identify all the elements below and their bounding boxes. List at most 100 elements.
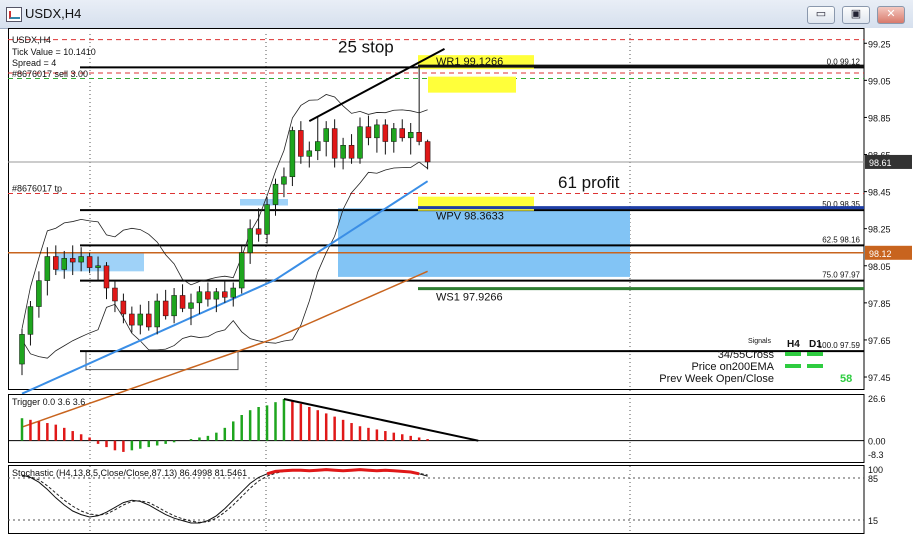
candle-body (407, 132, 414, 139)
candle-body (382, 124, 389, 142)
stochastic-tick-label-2: 15 (868, 516, 878, 526)
range-highlight-box (56, 252, 144, 272)
signals-d1-indicator (807, 364, 823, 368)
candle-body (154, 300, 160, 328)
pivot-label-2: WS1 97.9266 (436, 292, 503, 304)
candle-body (374, 124, 380, 139)
candle-body (424, 141, 431, 163)
pivot-highlight-extra (428, 76, 516, 93)
candle-body (44, 256, 51, 281)
candle-body (238, 252, 245, 289)
candle-body (86, 256, 93, 268)
price-tick-label-7: 97.85 (868, 299, 891, 309)
trigger-tick-label-1: 0.00 (868, 437, 886, 447)
candle-body (365, 126, 372, 139)
annotation-label-1: 61 profit (558, 173, 620, 192)
candle-body (213, 291, 220, 300)
signals-row-label-1: Price on200EMA (691, 361, 774, 373)
signals-h4-indicator (785, 352, 801, 356)
info-line-0: Tick Value = 10.1410 (12, 47, 96, 57)
chart-window-title: USDX,H4 (25, 6, 82, 21)
stochastic-label: Stochastic (H4,13,8,5,Close/Close,87.13)… (12, 468, 247, 478)
price-tick-label-0: 99.25 (868, 39, 891, 49)
candle-body (69, 258, 76, 263)
signals-h4-indicator (785, 364, 801, 368)
ema-price-label: 98.12 (869, 249, 892, 259)
candle-body (272, 183, 279, 205)
candle-body (188, 302, 194, 309)
price-tick-label-1: 99.05 (868, 76, 891, 86)
minimize-button[interactable]: ▭ (807, 6, 835, 24)
signals-col-d1: D1 (809, 339, 822, 350)
candle-body (289, 130, 296, 178)
usdx-h4-chart[interactable]: 99.2599.0598.8598.6598.4598.2598.0597.85… (8, 28, 913, 535)
pivot-label-1: WPV 98.3633 (436, 211, 504, 223)
candle-body (120, 300, 127, 315)
candle-body (162, 300, 169, 317)
candle-body (129, 313, 135, 326)
candle-body (331, 128, 338, 159)
fib-level-label-3: 75.0 97.97 (822, 271, 860, 280)
stochastic-tick-label-1: 85 (868, 474, 878, 484)
signals-d1-indicator (807, 352, 823, 356)
candle-body (53, 256, 59, 270)
candle-body (205, 291, 211, 300)
signals-col-h4: H4 (787, 339, 800, 350)
candle-body (112, 287, 118, 302)
signals-row-label-2: Prev Week Open/Close (659, 373, 774, 385)
price-tick-label-6: 98.05 (868, 262, 891, 272)
annotation-label-0: 25 stop (338, 38, 394, 57)
signals-title: Signals (748, 338, 771, 345)
price-tick-label-2: 98.85 (868, 113, 891, 123)
candle-body (222, 291, 228, 298)
candle-body (230, 287, 236, 298)
current-price-label: 98.61 (869, 158, 892, 168)
candle-body (416, 132, 422, 142)
candle-body (340, 145, 346, 159)
candle-body (255, 228, 262, 235)
info-line-2: #8676017 sell 3.00 (12, 69, 88, 79)
close-button[interactable]: ✕ (877, 6, 905, 24)
candle-body (323, 128, 329, 142)
candle-body (281, 176, 287, 185)
candle-body (171, 295, 177, 317)
candle-body (196, 291, 203, 304)
price-tick-label-8: 97.65 (868, 336, 891, 346)
info-line-1: Spread = 4 (12, 58, 56, 68)
price-tick-label-4: 98.45 (868, 188, 891, 198)
candle-body (95, 265, 101, 268)
candle-body (298, 130, 304, 157)
candle-body (391, 128, 397, 142)
tp-label: #8676017 tp (12, 183, 62, 193)
candle-body (19, 334, 25, 365)
prev-week-value: 58 (840, 373, 852, 385)
candle-body (27, 306, 34, 335)
candle-body (264, 204, 270, 235)
candle-body (247, 228, 253, 254)
candle-body (137, 313, 144, 326)
fib-level-label-4: 100.0 97.59 (818, 341, 861, 350)
symbol-label: USDX,H4 (12, 35, 51, 45)
candle-body (103, 265, 110, 289)
candle-body (78, 256, 84, 263)
price-tick-label-5: 98.25 (868, 225, 891, 235)
candle-body (36, 280, 42, 307)
pivot-label-0: WR1 99.1266 (436, 56, 503, 68)
candle-body (315, 141, 321, 152)
trigger-tick-label-2: -8.3 (868, 450, 884, 460)
fib-level-label-2: 62.5 98.16 (822, 235, 860, 244)
chart-window-icon (6, 7, 22, 22)
candle-body (61, 258, 67, 270)
candle-body (399, 128, 405, 139)
trigger-label: Trigger 0.0 3.6 3.6 (12, 397, 85, 407)
trigger-tick-label-0: 26.6 (868, 394, 886, 404)
candle-body (348, 145, 355, 159)
candle-body (357, 126, 363, 159)
restore-button[interactable]: ▣ (842, 6, 870, 24)
candle-body (146, 313, 152, 328)
candle-body (179, 295, 186, 309)
price-tick-label-9: 97.45 (868, 373, 891, 383)
signals-row-label-0: 34/55Cross (718, 349, 775, 361)
candle-body (306, 150, 313, 157)
chart-window-titlebar: USDX,H4 ▭ ▣ ✕ (0, 0, 913, 29)
